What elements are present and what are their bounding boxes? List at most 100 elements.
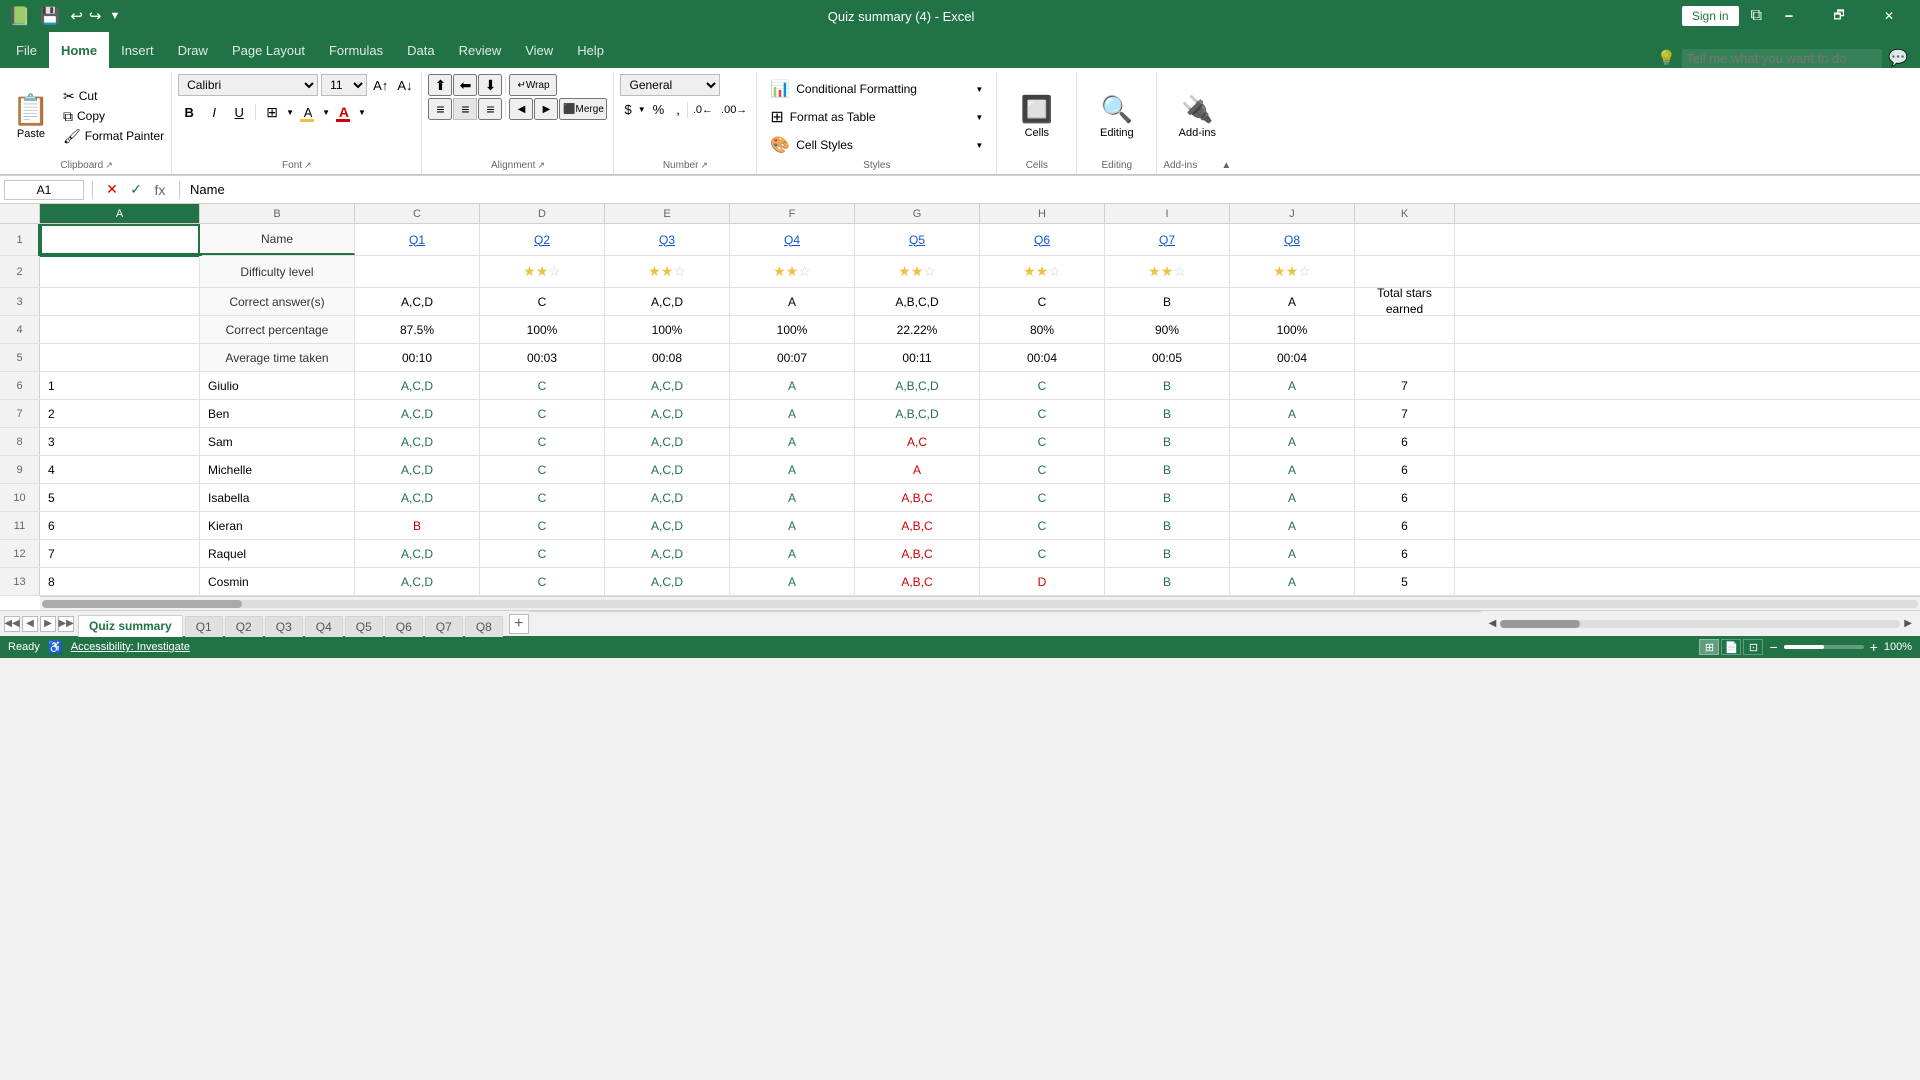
sheet-tab-q7[interactable]: Q7 xyxy=(425,616,463,637)
format-as-table-dropdown[interactable]: ▼ xyxy=(975,113,983,122)
cell-h9[interactable]: C xyxy=(980,456,1105,483)
indent-decrease-button[interactable]: ◀ xyxy=(509,98,533,120)
cell-f12[interactable]: A xyxy=(730,540,855,567)
row-num-7[interactable]: 7 xyxy=(0,400,40,427)
sheet-scroll-thumb[interactable] xyxy=(1500,620,1580,628)
cell-h12[interactable]: C xyxy=(980,540,1105,567)
cell-b13[interactable]: Cosmin xyxy=(200,568,355,595)
cell-g6[interactable]: A,B,C,D xyxy=(855,372,980,399)
cell-g7[interactable]: A,B,C,D xyxy=(855,400,980,427)
cell-d11[interactable]: C xyxy=(480,512,605,539)
cell-a5[interactable] xyxy=(40,344,200,371)
tab-forward-button[interactable]: ▶ xyxy=(40,616,56,632)
cell-d1[interactable]: Q2 xyxy=(480,224,605,255)
cell-d13[interactable]: C xyxy=(480,568,605,595)
cell-i13[interactable]: B xyxy=(1105,568,1230,595)
cell-e8[interactable]: A,C,D xyxy=(605,428,730,455)
cell-f6[interactable]: A xyxy=(730,372,855,399)
tab-page-layout[interactable]: Page Layout xyxy=(220,32,317,68)
align-center-button[interactable]: ≡ xyxy=(453,98,477,120)
cut-button[interactable]: ✂ Cut xyxy=(60,87,167,106)
cell-f4[interactable]: 100% xyxy=(730,316,855,343)
cell-b10[interactable]: Isabella xyxy=(200,484,355,511)
font-color-button[interactable]: A xyxy=(333,101,355,123)
format-painter-button[interactable]: 🖌 Format Painter xyxy=(60,127,167,146)
row-num-9[interactable]: 9 xyxy=(0,456,40,483)
cell-c13[interactable]: A,C,D xyxy=(355,568,480,595)
cell-g5[interactable]: 00:11 xyxy=(855,344,980,371)
cell-f8[interactable]: A xyxy=(730,428,855,455)
cell-e2[interactable]: ★★☆ xyxy=(605,256,730,287)
tab-file[interactable]: File xyxy=(4,32,49,68)
cell-b4[interactable]: Correct percentage xyxy=(200,316,355,343)
wrap-text-button[interactable]: ↵Wrap xyxy=(509,74,557,96)
cell-i11[interactable]: B xyxy=(1105,512,1230,539)
cell-j4[interactable]: 100% xyxy=(1230,316,1355,343)
bold-button[interactable]: B xyxy=(178,101,200,123)
tab-formulas[interactable]: Formulas xyxy=(317,32,395,68)
row-num-3[interactable]: 3 xyxy=(0,288,40,315)
comma-button[interactable]: , xyxy=(671,99,685,120)
cell-b2[interactable]: Difficulty level xyxy=(200,256,355,287)
cancel-formula-button[interactable]: ✕ xyxy=(101,179,123,201)
cell-b11[interactable]: Kieran xyxy=(200,512,355,539)
cell-d3[interactable]: C xyxy=(480,288,605,315)
cell-j6[interactable]: A xyxy=(1230,372,1355,399)
cell-a12[interactable]: 7 xyxy=(40,540,200,567)
cell-j12[interactable]: A xyxy=(1230,540,1355,567)
sheet-tab-quiz-summary[interactable]: Quiz summary xyxy=(78,615,183,637)
cell-k2[interactable] xyxy=(1355,256,1455,287)
cell-k6[interactable]: 7 xyxy=(1355,372,1455,399)
sheet-tab-q5[interactable]: Q5 xyxy=(345,616,383,637)
cell-k4[interactable] xyxy=(1355,316,1455,343)
cell-b6[interactable]: Giulio xyxy=(200,372,355,399)
fill-color-dropdown[interactable]: ▼ xyxy=(322,108,330,117)
cell-i5[interactable]: 00:05 xyxy=(1105,344,1230,371)
cell-styles-dropdown[interactable]: ▼ xyxy=(975,141,983,150)
font-size-select[interactable]: 11 xyxy=(321,74,367,96)
clipboard-expander[interactable]: ↗ xyxy=(105,160,113,171)
tab-home[interactable]: Home xyxy=(49,32,109,68)
cell-g11[interactable]: A,B,C xyxy=(855,512,980,539)
decrease-font-size-button[interactable]: A↓ xyxy=(394,77,415,94)
cell-d7[interactable]: C xyxy=(480,400,605,427)
cell-g1[interactable]: Q5 xyxy=(855,224,980,255)
cell-a10[interactable]: 5 xyxy=(40,484,200,511)
cell-d2[interactable]: ★★☆ xyxy=(480,256,605,287)
cell-a9[interactable]: 4 xyxy=(40,456,200,483)
cell-g8[interactable]: A,C xyxy=(855,428,980,455)
align-right-button[interactable]: ≡ xyxy=(478,98,502,120)
tab-view[interactable]: View xyxy=(513,32,565,68)
conditional-formatting-dropdown[interactable]: ▼ xyxy=(975,85,983,94)
cell-a6[interactable]: 1 xyxy=(40,372,200,399)
col-header-b[interactable]: B xyxy=(200,204,355,223)
increase-decimal-button[interactable]: .00→ xyxy=(718,101,750,119)
cell-a8[interactable]: 3 xyxy=(40,428,200,455)
cell-k1[interactable] xyxy=(1355,224,1455,255)
conditional-formatting-button[interactable]: 📊 Conditional Formatting ▼ xyxy=(763,76,990,102)
font-name-select[interactable]: Calibri xyxy=(178,74,318,96)
tab-prev-button[interactable]: ◀◀ xyxy=(4,616,20,632)
row-num-6[interactable]: 6 xyxy=(0,372,40,399)
cell-a11[interactable]: 6 xyxy=(40,512,200,539)
col-header-g[interactable]: G xyxy=(855,204,980,223)
cell-j10[interactable]: A xyxy=(1230,484,1355,511)
zoom-in-button[interactable]: + xyxy=(1870,639,1878,655)
sheet-tab-q1[interactable]: Q1 xyxy=(185,616,223,637)
cell-k9[interactable]: 6 xyxy=(1355,456,1455,483)
underline-button[interactable]: U xyxy=(228,101,250,123)
confirm-formula-button[interactable]: ✓ xyxy=(125,179,147,201)
cell-e6[interactable]: A,C,D xyxy=(605,372,730,399)
quick-access-undo[interactable]: ↩ xyxy=(70,7,83,25)
cell-a1[interactable] xyxy=(40,224,200,255)
col-header-f[interactable]: F xyxy=(730,204,855,223)
cell-i2[interactable]: ★★☆ xyxy=(1105,256,1230,287)
cell-i10[interactable]: B xyxy=(1105,484,1230,511)
accessibility-label[interactable]: Accessibility: Investigate xyxy=(71,641,190,653)
indent-increase-button[interactable]: ▶ xyxy=(534,98,558,120)
cell-g10[interactable]: A,B,C xyxy=(855,484,980,511)
italic-button[interactable]: I xyxy=(203,101,225,123)
col-header-e[interactable]: E xyxy=(605,204,730,223)
cell-e1[interactable]: Q3 xyxy=(605,224,730,255)
cell-i7[interactable]: B xyxy=(1105,400,1230,427)
